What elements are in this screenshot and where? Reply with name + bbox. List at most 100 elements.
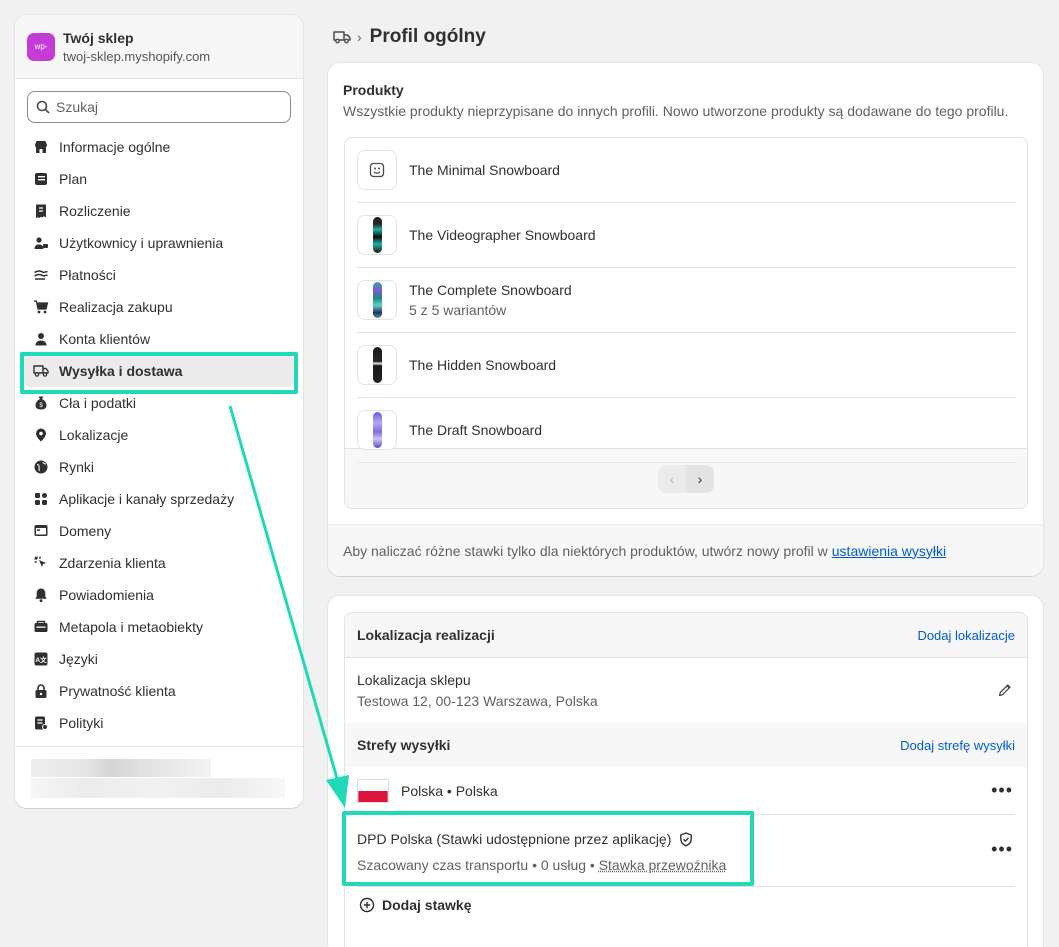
settings-nav: Informacje ogólne Plan Rozliczenie Użytkown… xyxy=(15,131,303,739)
image-placeholder-icon xyxy=(369,162,385,178)
sidebar-item-9[interactable]: $ Cła i podatki xyxy=(23,387,295,419)
policy-icon xyxy=(33,715,49,731)
receipt-icon xyxy=(33,203,49,219)
breadcrumb: › Profil ogólny xyxy=(333,24,486,50)
sidebar-item-label: Konta klientów xyxy=(59,331,151,347)
product-thumbnail xyxy=(357,410,397,450)
location-icon xyxy=(33,427,49,443)
rate-more-actions-button[interactable]: ••• xyxy=(991,839,1013,860)
sidebar-item-13[interactable]: Domeny xyxy=(23,515,295,547)
product-thumbnail xyxy=(357,345,397,385)
sidebar-item-label: Prywatność klienta xyxy=(59,683,176,699)
blurred-user-email xyxy=(31,778,285,798)
sidebar-item-label: Rozliczenie xyxy=(59,203,131,219)
snowboard-image xyxy=(372,282,382,318)
sidebar-item-12[interactable]: Aplikacje i kanały sprzedaży xyxy=(23,483,295,515)
sidebar-item-7[interactable]: Konta klientów xyxy=(23,323,295,355)
zones-panel: Lokalizacja realizacji Dodaj lokalizacje… xyxy=(344,612,1028,947)
location-address: Testowa 12, 00-123 Warszawa, Polska xyxy=(357,693,598,709)
sidebar-item-5[interactable]: Płatności xyxy=(23,259,295,291)
truck-icon[interactable] xyxy=(333,30,351,44)
search-input[interactable] xyxy=(56,99,276,115)
breadcrumb-separator: › xyxy=(357,29,362,45)
sidebar-item-6[interactable]: Realizacja zakupu xyxy=(23,291,295,323)
product-thumbnail xyxy=(357,150,397,190)
product-row[interactable]: The Complete Snowboard 5 z 5 wariantów xyxy=(357,268,1016,333)
sidebar-item-label: Płatności xyxy=(59,267,116,283)
settings-sidebar: wp- Twój sklep twoj-sklep.myshopify.com … xyxy=(15,15,303,808)
footer-text: Aby naliczać różne stawki tylko dla niek… xyxy=(343,542,828,559)
products-footer: Aby naliczać różne stawki tylko dla niek… xyxy=(328,524,1043,576)
add-location-link[interactable]: Dodaj lokalizacje xyxy=(917,628,1015,643)
sidebar-item-11[interactable]: Rynki xyxy=(23,451,295,483)
sidebar-item-4[interactable]: Użytkownicy i uprawnienia xyxy=(23,227,295,259)
sidebar-item-label: Rynki xyxy=(59,459,95,475)
products-list: ‹ › The Minimal Snowboard The Videographe… xyxy=(344,137,1028,509)
sidebar-item-label: Aplikacje i kanały sprzedaży xyxy=(59,491,235,507)
product-row[interactable]: The Minimal Snowboard xyxy=(357,138,1016,203)
product-row[interactable]: The Draft Snowboard xyxy=(357,398,1016,463)
person-icon xyxy=(33,331,49,347)
bell-icon xyxy=(33,587,49,603)
snowboard-image xyxy=(372,412,382,448)
snowboard-image xyxy=(372,347,382,383)
cursor-icon xyxy=(33,555,49,571)
sidebar-item-label: Wysyłka i dostawa xyxy=(59,363,183,379)
sidebar-item-label: Informacje ogólne xyxy=(59,139,171,155)
store-name: Twój sklep xyxy=(63,29,134,46)
product-row[interactable]: The Hidden Snowboard xyxy=(357,333,1016,398)
products-title: Produkty xyxy=(343,82,404,98)
poland-flag-icon xyxy=(357,778,389,803)
sidebar-item-19[interactable]: Polityki xyxy=(23,707,295,739)
sidebar-item-18[interactable]: Prywatność klienta xyxy=(23,675,295,707)
product-name: The Minimal Snowboard xyxy=(409,162,560,178)
shipping-settings-link[interactable]: ustawienia wysyłki xyxy=(832,543,946,559)
cart-icon xyxy=(33,299,49,315)
domain-icon xyxy=(33,523,49,539)
fulfillment-header: Lokalizacja realizacji Dodaj lokalizacje xyxy=(345,613,1027,657)
sidebar-item-3[interactable]: Rozliczenie xyxy=(23,195,295,227)
sidebar-item-15[interactable]: Powiadomienia xyxy=(23,579,295,611)
products-card: Produkty Wszystkie produkty nieprzypisan… xyxy=(328,63,1043,576)
add-rate-button[interactable]: Dodaj stawkę xyxy=(359,897,471,913)
previous-page-button[interactable]: ‹ xyxy=(658,464,686,493)
plan-icon xyxy=(33,171,49,187)
sidebar-item-8[interactable]: Wysyłka i dostawa xyxy=(23,355,295,387)
store-icon xyxy=(33,139,49,155)
user-section[interactable] xyxy=(15,746,303,808)
users-icon xyxy=(33,235,49,251)
sidebar-item-label: Języki xyxy=(59,651,98,667)
next-page-button[interactable]: › xyxy=(686,464,714,493)
add-zone-link[interactable]: Dodaj strefę wysyłki xyxy=(900,738,1015,753)
product-variants: 5 z 5 wariantów xyxy=(409,302,507,318)
sidebar-item-label: Lokalizacje xyxy=(59,427,129,443)
zone-row: Polska • Polska ••• xyxy=(357,767,1015,815)
products-description: Wszystkie produkty nieprzypisane do inny… xyxy=(343,103,1009,119)
store-header[interactable]: wp- Twój sklep twoj-sklep.myshopify.com xyxy=(15,15,303,79)
product-name: The Draft Snowboard xyxy=(409,422,543,438)
product-thumbnail xyxy=(357,280,397,320)
metafields-icon xyxy=(33,619,49,635)
sidebar-item-14[interactable]: Zdarzenia klienta xyxy=(23,547,295,579)
product-name: The Complete Snowboard xyxy=(409,282,572,298)
sidebar-item-2[interactable]: Plan xyxy=(23,163,295,195)
sidebar-item-label: Użytkownicy i uprawnienia xyxy=(59,235,224,251)
rate-row: DPD Polska (Stawki udostępnione przez ap… xyxy=(357,815,1015,887)
zones-header: Strefy wysyłki Dodaj strefę wysyłki xyxy=(345,723,1027,767)
snowboard-image xyxy=(372,217,382,253)
sidebar-item-16[interactable]: Metapola i metaobiekty xyxy=(23,611,295,643)
edit-pencil-icon[interactable] xyxy=(997,682,1013,698)
sidebar-item-10[interactable]: Lokalizacje xyxy=(23,419,295,451)
sidebar-item-17[interactable]: A文 Języki xyxy=(23,643,295,675)
store-logo: wp- xyxy=(27,32,55,61)
fulfillment-title: Lokalizacja realizacji xyxy=(357,627,495,643)
globe-icon xyxy=(33,459,49,475)
product-row[interactable]: The Videographer Snowboard xyxy=(357,203,1016,268)
store-url: twoj-sklep.myshopify.com xyxy=(63,48,211,64)
zone-more-actions-button[interactable]: ••• xyxy=(991,780,1013,801)
sidebar-item-1[interactable]: Informacje ogólne xyxy=(23,131,295,163)
search-box[interactable] xyxy=(27,91,291,123)
blurred-user-name xyxy=(31,759,211,777)
apps-icon xyxy=(33,491,49,507)
carrier-rate-link[interactable]: Stawka przewoźnika xyxy=(599,857,727,873)
